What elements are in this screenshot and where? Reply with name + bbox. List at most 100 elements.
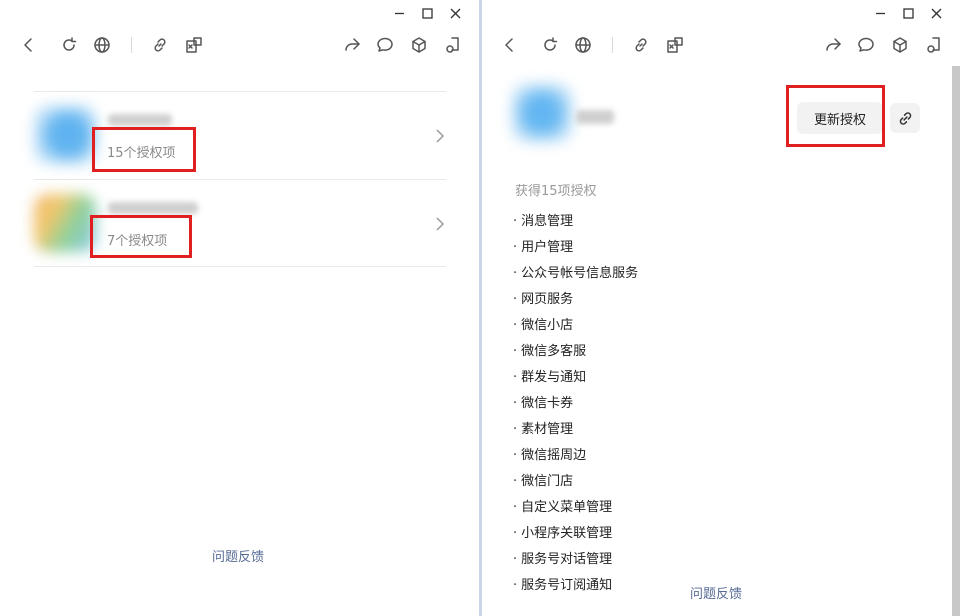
- permission-item: · 消息管理: [513, 209, 638, 235]
- scrollbar[interactable]: [952, 66, 960, 616]
- more-options-button[interactable]: [922, 33, 946, 57]
- permission-item: · 自定义菜单管理: [513, 495, 638, 521]
- feedback-link[interactable]: 问题反馈: [212, 546, 264, 565]
- translate-button[interactable]: [663, 33, 687, 57]
- permission-item: · 网页服务: [513, 287, 638, 313]
- copy-link-button[interactable]: [148, 33, 172, 57]
- translate-button[interactable]: [182, 33, 206, 57]
- close-icon: [931, 8, 941, 18]
- authorized-apps-window: 15个授权项 7个授权项 问题反馈: [0, 0, 479, 616]
- more-options-button[interactable]: [441, 33, 465, 57]
- open-in-browser-button[interactable]: [571, 33, 595, 57]
- cube-icon: [412, 37, 426, 53]
- maximize-icon: [421, 7, 433, 19]
- permission-label: 服务号订阅通知: [521, 578, 613, 593]
- permission-label: 微信摇周边: [521, 448, 587, 463]
- permission-label: 消息管理: [521, 214, 574, 229]
- feedback-link[interactable]: 问题反馈: [690, 583, 742, 602]
- permission-label: 素材管理: [521, 422, 574, 437]
- refresh-button[interactable]: [538, 33, 562, 57]
- back-button[interactable]: [17, 33, 41, 57]
- maximize-button[interactable]: [413, 4, 441, 22]
- bullet: ·: [513, 318, 518, 333]
- refresh-icon: [544, 37, 558, 51]
- share-button[interactable]: [340, 33, 364, 57]
- toolbar-separator: [612, 37, 613, 53]
- close-button[interactable]: [441, 4, 469, 22]
- refresh-button[interactable]: [57, 33, 81, 57]
- minimize-button[interactable]: [866, 4, 894, 22]
- permission-label: 微信门店: [521, 474, 574, 489]
- minimize-icon: [394, 12, 404, 14]
- chat-bubble-icon: [377, 37, 393, 52]
- bullet: ·: [513, 266, 518, 281]
- permission-item: · 小程序关联管理: [513, 521, 638, 547]
- permission-label: 群发与通知: [521, 370, 587, 385]
- window-controls: [385, 4, 469, 22]
- translate-icon: [186, 37, 202, 53]
- maximize-button[interactable]: [894, 4, 922, 22]
- bullet: ·: [513, 344, 518, 359]
- bullet: ·: [513, 552, 518, 567]
- minimize-button[interactable]: [385, 4, 413, 22]
- app-name-redacted: [108, 114, 172, 126]
- translate-icon: [667, 37, 683, 53]
- highlight-box: [92, 127, 196, 172]
- mini-program-button[interactable]: [888, 33, 912, 57]
- permission-item: · 微信卡券: [513, 391, 638, 417]
- bullet: ·: [513, 526, 518, 541]
- copy-link-button[interactable]: [890, 103, 920, 133]
- link-icon: [154, 38, 166, 52]
- permission-label: 微信小店: [521, 318, 574, 333]
- permission-item: · 服务号对话管理: [513, 547, 638, 573]
- copy-link-button[interactable]: [629, 33, 653, 57]
- permission-item: · 微信小店: [513, 313, 638, 339]
- chevron-right-icon: [434, 128, 446, 144]
- app-logo: [34, 194, 96, 252]
- bullet: ·: [513, 292, 518, 307]
- toolbar-separator: [131, 37, 132, 53]
- back-arrow-icon: [505, 38, 513, 52]
- permission-label: 网页服务: [521, 292, 574, 307]
- bullet: ·: [513, 448, 518, 463]
- permission-label: 用户管理: [521, 240, 574, 255]
- back-button[interactable]: [498, 33, 522, 57]
- permission-item: · 公众号帐号信息服务: [513, 261, 638, 287]
- bullet: ·: [513, 474, 518, 489]
- globe-icon: [94, 37, 110, 53]
- app-logo: [512, 84, 572, 142]
- comment-button[interactable]: [854, 33, 878, 57]
- permission-item: · 服务号订阅通知: [513, 573, 638, 599]
- share-arrow-icon: [345, 38, 360, 51]
- comment-button[interactable]: [373, 33, 397, 57]
- link-icon: [635, 38, 647, 52]
- link-icon: [899, 111, 911, 125]
- bullet: ·: [513, 214, 518, 229]
- permission-item: · 素材管理: [513, 417, 638, 443]
- permission-list: · 消息管理 · 用户管理 · 公众号帐号信息服务 · 网页服务 · 微信小店 · 微信多客服 · 群发与…: [513, 209, 638, 599]
- highlight-box: [90, 215, 192, 258]
- share-arrow-icon: [826, 38, 841, 51]
- close-icon: [450, 8, 460, 18]
- mini-program-button[interactable]: [407, 33, 431, 57]
- cube-icon: [893, 37, 907, 53]
- open-in-browser-button[interactable]: [90, 33, 114, 57]
- permission-label: 微信多客服: [521, 344, 587, 359]
- close-button[interactable]: [922, 4, 950, 22]
- app-name-redacted: [108, 202, 198, 214]
- chat-bubble-icon: [858, 37, 874, 52]
- permission-item: · 群发与通知: [513, 365, 638, 391]
- minimize-icon: [875, 12, 885, 14]
- share-button[interactable]: [821, 33, 845, 57]
- more-panel-icon: [446, 37, 459, 53]
- authorization-detail-window: 更新授权 获得15项授权 · 消息管理 · 用户管理 · 公众号帐号信息服务 · 网页服务 · 微…: [482, 0, 960, 616]
- bullet: ·: [513, 500, 518, 515]
- highlight-box: [786, 85, 885, 147]
- app-logo: [34, 106, 96, 164]
- browser-toolbar: [0, 33, 479, 59]
- chevron-right-icon: [434, 216, 446, 232]
- browser-toolbar: [482, 33, 960, 59]
- permission-label: 公众号帐号信息服务: [521, 266, 639, 281]
- permission-item: · 用户管理: [513, 235, 638, 261]
- bullet: ·: [513, 578, 518, 593]
